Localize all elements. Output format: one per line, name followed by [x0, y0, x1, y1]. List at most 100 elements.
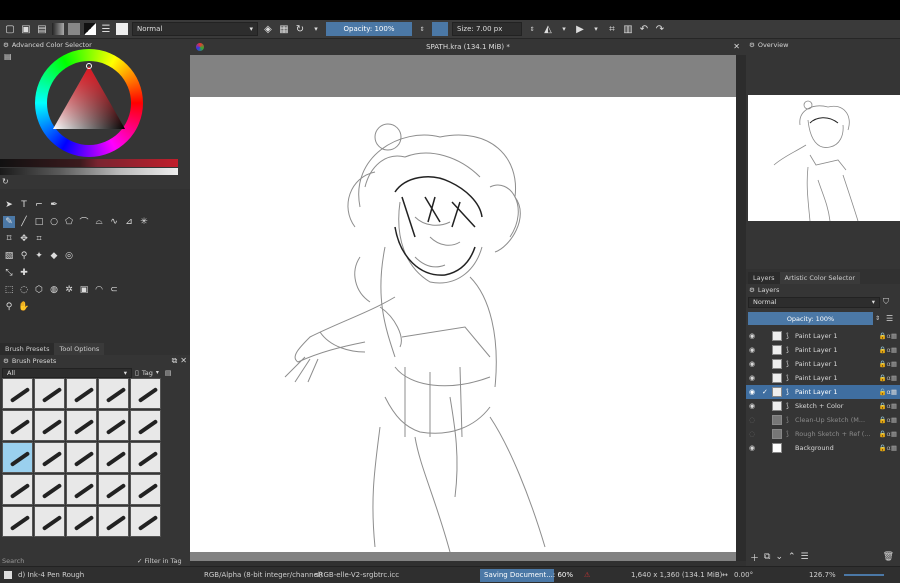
- size-slider[interactable]: Size: 7.00 px: [452, 22, 522, 36]
- polyline-tool-icon[interactable]: ⌒: [78, 216, 90, 228]
- multibrush-icon[interactable]: ✳: [138, 216, 150, 228]
- layer-row[interactable]: ◉ ⟆ Paint Layer 1 🔒α▦: [746, 371, 900, 385]
- chevron-down-icon[interactable]: ▾: [590, 23, 602, 35]
- brush-preset[interactable]: [66, 410, 97, 441]
- edit-shapes-icon[interactable]: ⌐: [33, 199, 45, 211]
- spin-arrows-icon[interactable]: ⇕: [875, 315, 880, 322]
- zoom-slider[interactable]: [844, 574, 884, 576]
- eye-icon[interactable]: ◉: [749, 360, 755, 368]
- layer-properties-icons[interactable]: 🔒α▦: [878, 444, 897, 452]
- chevron-down-icon[interactable]: ▾: [558, 23, 570, 35]
- undo-icon[interactable]: ↶: [638, 23, 650, 35]
- eraser-icon[interactable]: ◈: [262, 23, 274, 35]
- freehand-path-icon[interactable]: ∿: [108, 216, 120, 228]
- tab-tool-options[interactable]: Tool Options: [54, 343, 105, 355]
- layer-row-selected[interactable]: ◉ ✓ ⟆ Paint Layer 1 🔒α▦: [746, 385, 900, 399]
- move-layer-up-icon[interactable]: ⌃: [788, 552, 796, 562]
- rectangle-tool-icon[interactable]: □: [33, 216, 45, 228]
- color-wheel[interactable]: [35, 49, 143, 157]
- brush-preset[interactable]: [34, 506, 65, 537]
- crop-tool-icon[interactable]: ⌗: [33, 233, 45, 245]
- brush-preset[interactable]: [2, 506, 33, 537]
- line-tool-icon[interactable]: ╱: [18, 216, 30, 228]
- close-icon[interactable]: ✕: [733, 42, 740, 51]
- eye-icon[interactable]: ◉: [749, 332, 755, 340]
- overview-thumbnail[interactable]: [748, 95, 900, 222]
- brush-preset[interactable]: [34, 378, 65, 409]
- brush-preset[interactable]: [98, 442, 129, 473]
- layer-row[interactable]: ◌ ⟆ Rough Sketch + Ref (... 🔒α▦: [746, 427, 900, 441]
- duplicate-layer-icon[interactable]: ⧉: [764, 552, 770, 562]
- rotation-icon[interactable]: ↔: [722, 571, 728, 579]
- float-icon[interactable]: ⧉: [172, 356, 178, 366]
- settings-icon[interactable]: ⚙: [749, 41, 755, 49]
- opacity-slider[interactable]: Opacity: 100%: [326, 22, 412, 36]
- add-layer-icon[interactable]: ＋: [750, 551, 759, 564]
- eye-closed-icon[interactable]: ◌: [749, 416, 755, 424]
- layer-row[interactable]: ◌ ⟆ Clean-Up Sketch (M... 🔒α▦: [746, 413, 900, 427]
- select-shapes-icon[interactable]: ➤: [3, 199, 15, 211]
- pan-tool-icon[interactable]: ✋: [18, 301, 30, 313]
- brush-preset[interactable]: [130, 442, 161, 473]
- brush-preset[interactable]: [34, 410, 65, 441]
- layer-row[interactable]: ◉ Background 🔒α▦: [746, 441, 900, 455]
- brush-preset[interactable]: [2, 378, 33, 409]
- settings-icon[interactable]: ⚙: [3, 41, 9, 49]
- brush-preset[interactable]: [66, 506, 97, 537]
- eye-icon[interactable]: ◉: [749, 374, 755, 382]
- view-mode-icon[interactable]: ▤: [165, 369, 172, 377]
- redo-icon[interactable]: ↷: [654, 23, 666, 35]
- brush-preset-swatch[interactable]: [116, 23, 128, 35]
- brush-preset[interactable]: [2, 474, 33, 505]
- rect-select-icon[interactable]: ⬚: [3, 284, 15, 296]
- spin-arrows-icon[interactable]: ⇕: [416, 23, 428, 35]
- layer-properties-icons[interactable]: 🔒α▦: [878, 388, 897, 396]
- layer-opacity-slider[interactable]: Opacity: 100%: [748, 312, 873, 325]
- tag-icon[interactable]: ▯: [135, 369, 139, 377]
- text-tool-icon[interactable]: T: [18, 199, 30, 211]
- status-rotation[interactable]: 0.00°: [734, 571, 753, 579]
- brush-preset-selected[interactable]: [2, 442, 33, 473]
- color-history-bar[interactable]: [0, 159, 178, 167]
- brush-preset[interactable]: [130, 474, 161, 505]
- brush-search-input[interactable]: Search: [2, 557, 137, 565]
- filter-in-tag-checkbox[interactable]: ✓: [137, 557, 142, 565]
- eye-closed-icon[interactable]: ◌: [749, 430, 755, 438]
- save-icon[interactable]: ▤: [36, 23, 48, 35]
- measure-tool-icon[interactable]: ⤡: [3, 267, 15, 279]
- layer-properties-icon[interactable]: ☰: [801, 552, 809, 562]
- brush-preset[interactable]: [66, 442, 97, 473]
- move-tool-icon[interactable]: ✥: [18, 233, 30, 245]
- layer-properties-icons[interactable]: 🔒α▦: [878, 374, 897, 382]
- polygon-select-icon[interactable]: ⬡: [33, 284, 45, 296]
- layer-properties-icons[interactable]: 🔒α▦: [878, 360, 897, 368]
- brush-preset[interactable]: [98, 506, 129, 537]
- mirror-horizontal-icon[interactable]: ◭: [542, 23, 554, 35]
- layer-properties-icons[interactable]: 🔒α▦: [878, 346, 897, 354]
- new-document-icon[interactable]: ▢: [4, 23, 16, 35]
- brush-preset[interactable]: [130, 506, 161, 537]
- menu-icon[interactable]: ☰: [886, 314, 893, 323]
- open-document-icon[interactable]: ▣: [20, 23, 32, 35]
- similar-select-icon[interactable]: ▣: [78, 284, 90, 296]
- spin-arrows-icon[interactable]: ⇕: [526, 23, 538, 35]
- gradient-tool-icon[interactable]: ▧: [3, 250, 15, 262]
- reload-preset-icon[interactable]: ↻: [294, 23, 306, 35]
- smart-patch-icon[interactable]: ✦: [33, 250, 45, 262]
- crop-icon[interactable]: ⌗: [606, 23, 618, 35]
- ellipse-select-icon[interactable]: ◌: [18, 284, 30, 296]
- bezier-tool-icon[interactable]: ⌓: [93, 216, 105, 228]
- config-icon[interactable]: ▤: [4, 52, 12, 61]
- size-slider-handle[interactable]: [432, 22, 448, 36]
- eye-icon[interactable]: ◉: [749, 444, 755, 452]
- layer-properties-icons[interactable]: 🔒α▦: [878, 402, 897, 410]
- wrap-around-icon[interactable]: ▥: [622, 23, 634, 35]
- tab-artistic-color-selector[interactable]: Artistic Color Selector: [779, 272, 861, 284]
- polygon-tool-icon[interactable]: ⬠: [63, 216, 75, 228]
- layer-row[interactable]: ◉ ⟆ Sketch + Color 🔒α▦: [746, 399, 900, 413]
- refresh-icon[interactable]: ↻: [2, 177, 9, 186]
- pattern-swatch[interactable]: [68, 23, 80, 35]
- magic-wand-icon[interactable]: ✲: [63, 284, 75, 296]
- fill-tool-icon[interactable]: ◆: [48, 250, 60, 262]
- layer-blend-select[interactable]: Normal ▾: [748, 296, 880, 308]
